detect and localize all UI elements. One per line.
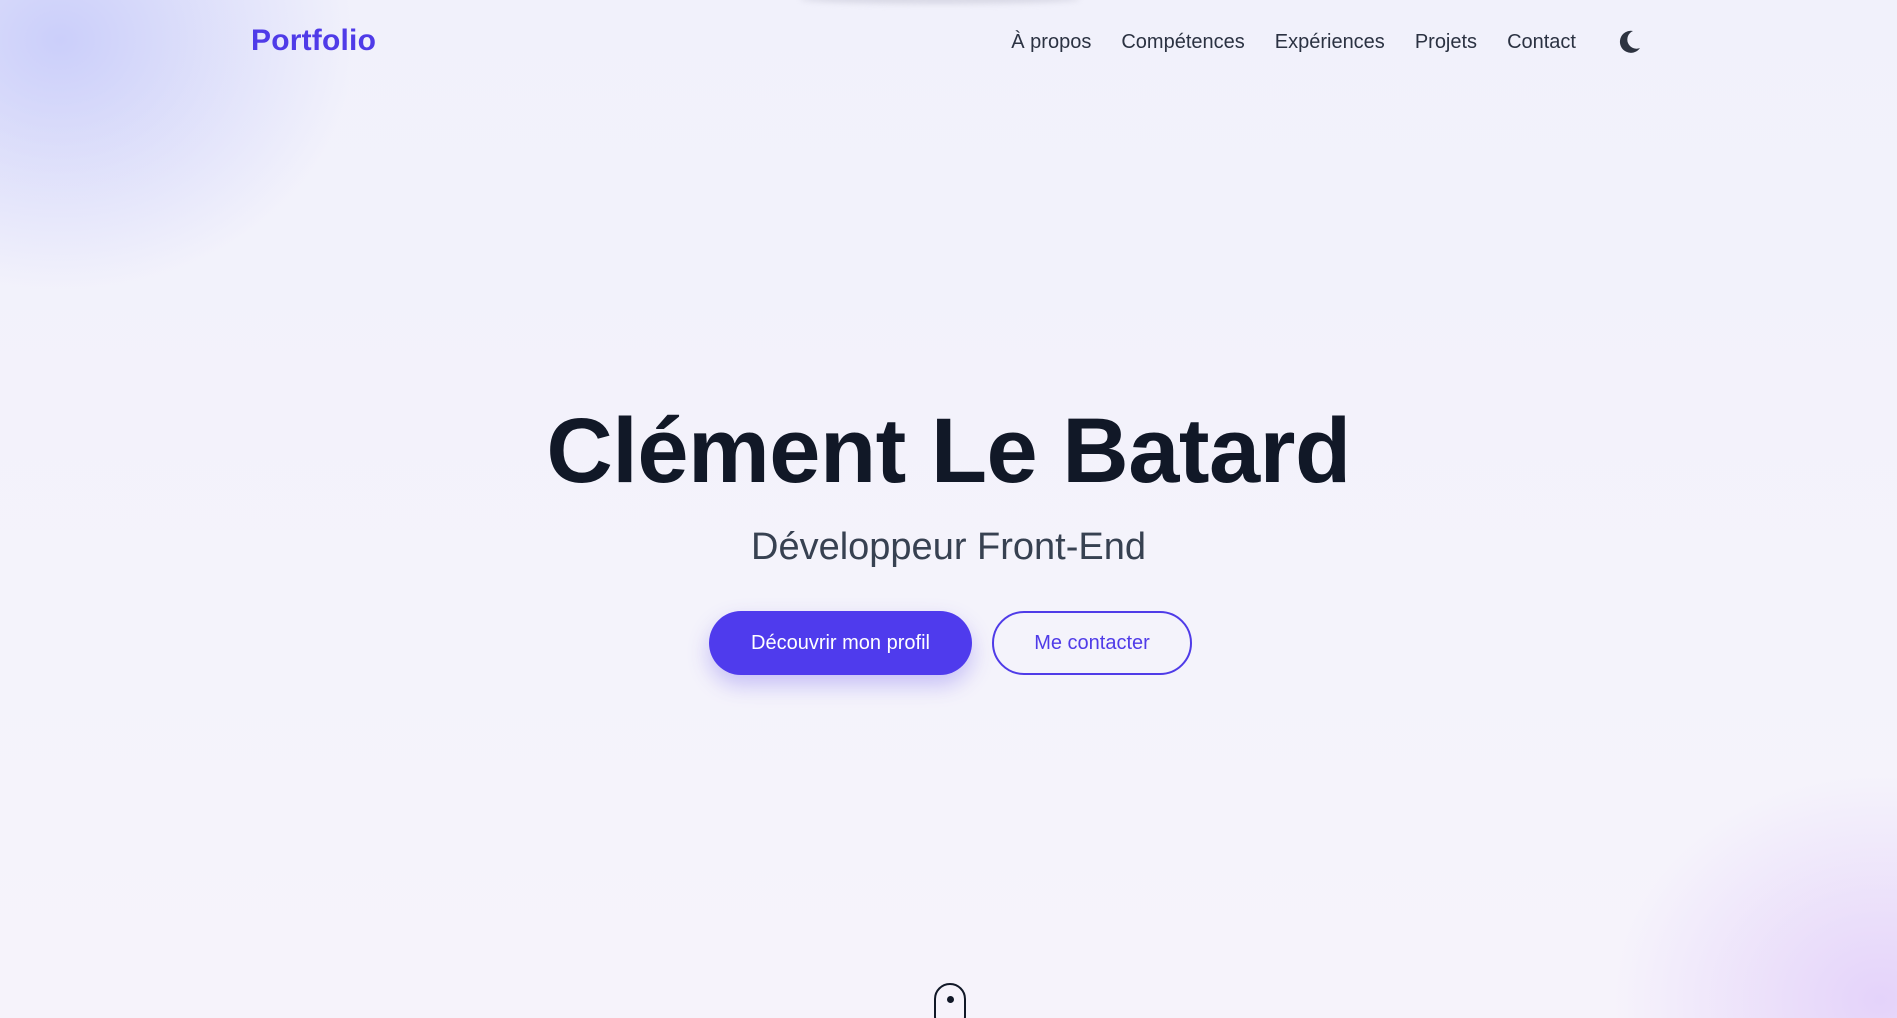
- nav-link-a-propos[interactable]: À propos: [1011, 31, 1091, 53]
- nav-item-competences: Compétences: [1121, 31, 1244, 54]
- nav-item-experiences: Expériences: [1275, 31, 1385, 54]
- nav-link-contact[interactable]: Contact: [1507, 31, 1576, 53]
- nav-link-experiences[interactable]: Expériences: [1275, 31, 1385, 53]
- hero-title: Clément Le Batard: [546, 400, 1351, 502]
- nav-links: À propos Compétences Expériences Projets…: [1011, 31, 1576, 54]
- hero-actions: Découvrir mon profil Me contacter: [709, 611, 1192, 675]
- nav-item-projets: Projets: [1415, 31, 1477, 54]
- moon-icon: [1619, 30, 1640, 53]
- nav-item-a-propos: À propos: [1011, 31, 1091, 54]
- hero-subtitle: Développeur Front-End: [751, 526, 1146, 568]
- scroll-wheel-dot: [946, 996, 954, 1003]
- mouse-scroll-icon[interactable]: [934, 983, 966, 1018]
- discover-profile-button[interactable]: Découvrir mon profil: [709, 611, 972, 675]
- nav-item-contact: Contact: [1507, 31, 1576, 54]
- nav-link-competences[interactable]: Compétences: [1121, 31, 1244, 53]
- navbar: Portfolio À propos Compétences Expérienc…: [0, 0, 1897, 88]
- contact-me-button[interactable]: Me contacter: [992, 611, 1192, 675]
- nav-link-projets[interactable]: Projets: [1415, 31, 1477, 53]
- logo-link[interactable]: Portfolio: [251, 24, 376, 58]
- theme-toggle-button[interactable]: [1614, 27, 1644, 57]
- hero-section: Clément Le Batard Développeur Front-End …: [0, 0, 1897, 1018]
